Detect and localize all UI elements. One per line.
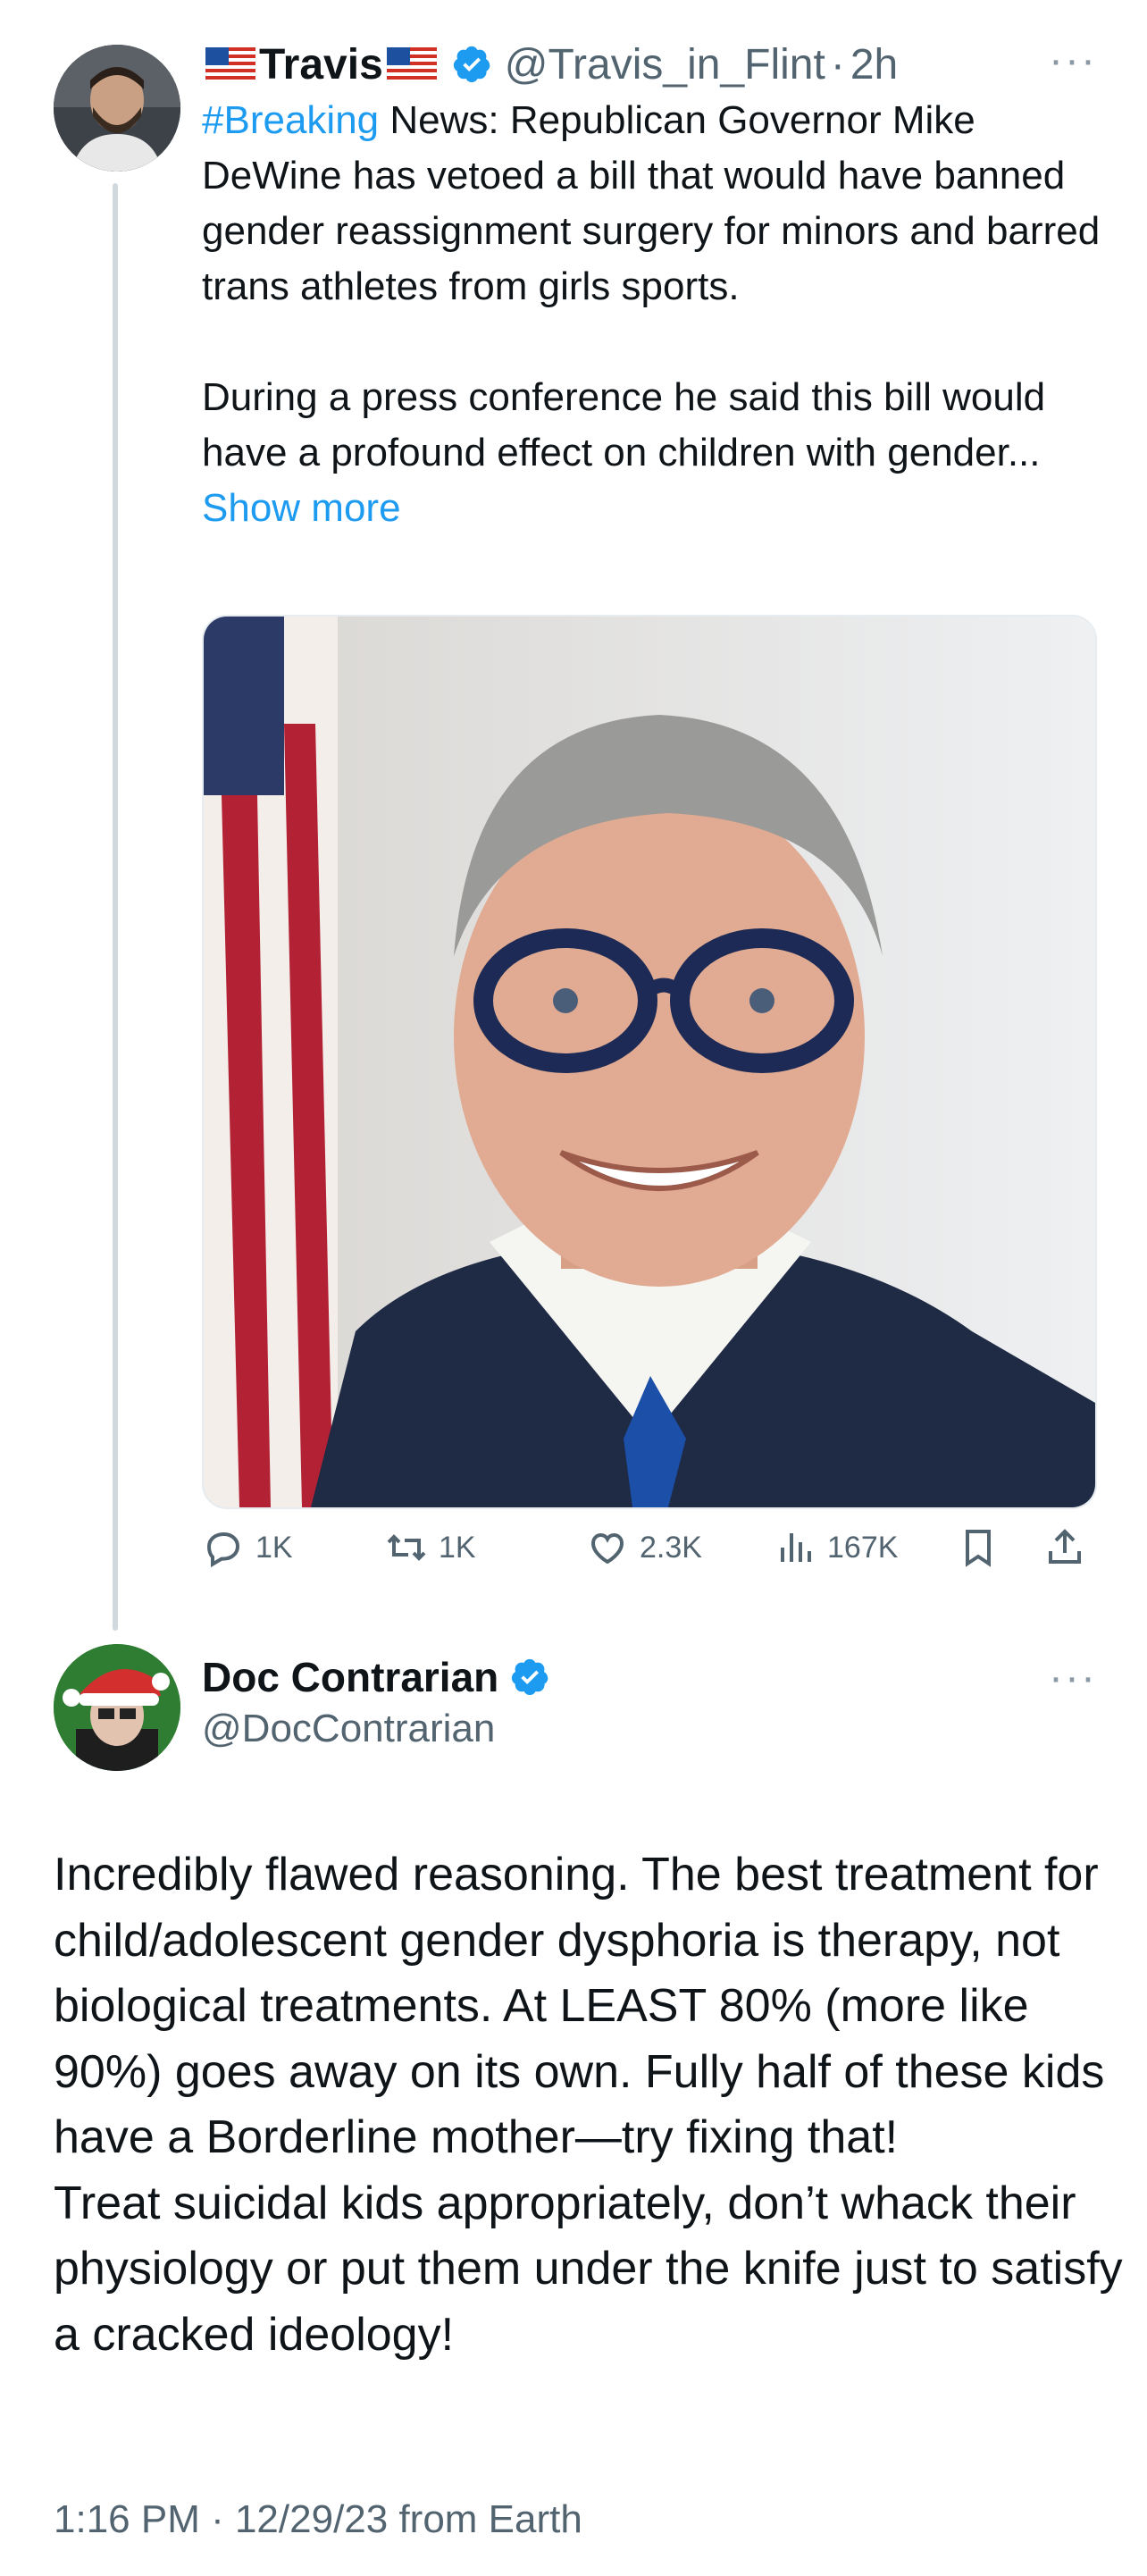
views-icon: [781, 1533, 811, 1562]
retweet-icon: [387, 1534, 426, 1561]
travis-avatar-image: [54, 45, 180, 172]
share-button[interactable]: [1043, 1526, 1097, 1569]
like-count: 2.3K: [640, 1530, 702, 1565]
tweet-body-text: News: Republican Governor Mike DeWine ha…: [202, 98, 1101, 474]
views-button[interactable]: 167K: [774, 1526, 898, 1569]
show-more-link[interactable]: Show more: [202, 486, 401, 530]
tweet-action-bar: 1K 1K 2.3K 167K: [202, 1526, 1095, 1580]
tweet-time[interactable]: 2h: [850, 40, 898, 89]
reply-count: 1K: [255, 1530, 293, 1565]
reply-icon: [206, 1531, 240, 1568]
tweet-media-image[interactable]: [202, 615, 1097, 1509]
retweet-count: 1K: [439, 1530, 476, 1565]
doc-contrarian-avatar-image: [54, 1644, 180, 1771]
reply-timestamp[interactable]: 1:16 PM · 12/29/23 from Earth: [54, 2497, 582, 2542]
tweet-more-menu-icon[interactable]: ···: [1049, 36, 1097, 85]
views-count: 167K: [827, 1530, 899, 1565]
reply-button[interactable]: 1K: [202, 1526, 293, 1569]
author-name[interactable]: Travis: [259, 40, 383, 89]
reply-header: Doc Contrarian: [202, 1653, 563, 1701]
portrait-photo: [204, 617, 1095, 1507]
bookmark-icon: [966, 1530, 991, 1567]
doc-contrarian-avatar[interactable]: [54, 1644, 180, 1771]
author-handle[interactable]: @Travis_in_Flint: [505, 40, 825, 89]
retweet-button[interactable]: 1K: [385, 1526, 476, 1569]
us-flag-icon: [386, 47, 437, 81]
reply-text: Incredibly flawed reasoning. The best tr…: [54, 1849, 1123, 2361]
us-flag-icon: [205, 47, 255, 81]
separator-dot: ·: [830, 40, 845, 88]
verified-badge-icon: [453, 46, 490, 83]
share-icon: [1049, 1529, 1081, 1564]
reply-author-name[interactable]: Doc Contrarian: [202, 1653, 498, 1701]
hashtag-link[interactable]: #Breaking: [202, 98, 379, 142]
reply-author-handle[interactable]: @DocContrarian: [202, 1707, 495, 1751]
travis-avatar[interactable]: [54, 45, 180, 172]
like-icon: [590, 1532, 624, 1565]
tweet-text: #Breaking News: Republican Governor Mike…: [202, 93, 1113, 536]
like-button[interactable]: 2.3K: [586, 1526, 702, 1569]
tweet-header: Travis @Travis_in_Flint · 2h: [202, 36, 898, 93]
verified-badge-icon: [512, 1658, 548, 1696]
thread-connector-line: [113, 183, 118, 1631]
bookmark-button[interactable]: [957, 1526, 1010, 1569]
reply-more-menu-icon[interactable]: ···: [1049, 1653, 1097, 1702]
